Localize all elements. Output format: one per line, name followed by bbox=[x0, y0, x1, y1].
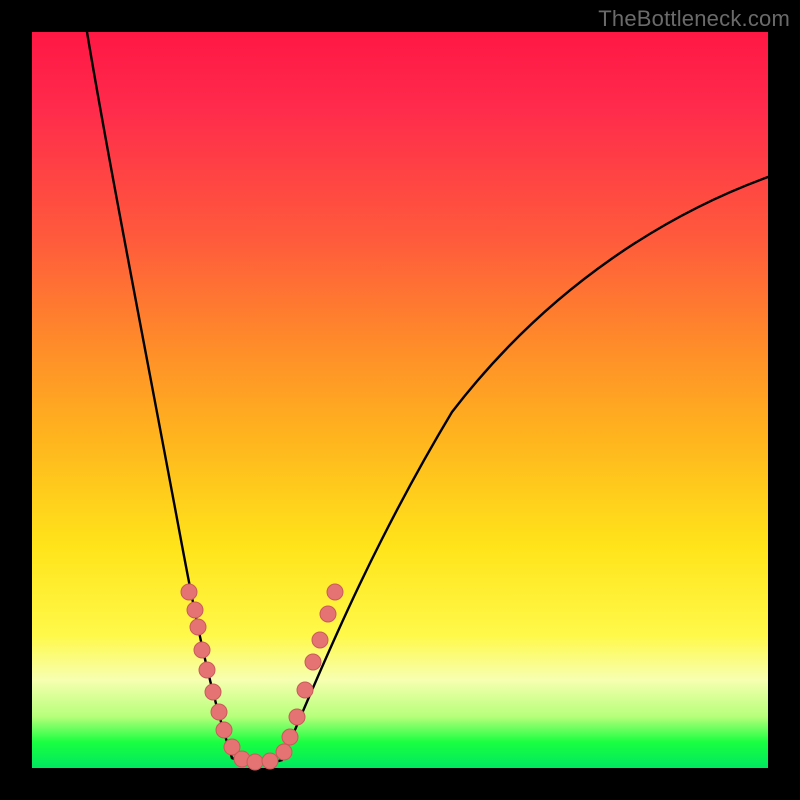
bottleneck-curve bbox=[32, 32, 768, 768]
chart-frame: TheBottleneck.com bbox=[0, 0, 800, 800]
watermark-text: TheBottleneck.com bbox=[598, 6, 790, 32]
curve-right-branch bbox=[282, 177, 768, 760]
plot-area bbox=[32, 32, 768, 768]
